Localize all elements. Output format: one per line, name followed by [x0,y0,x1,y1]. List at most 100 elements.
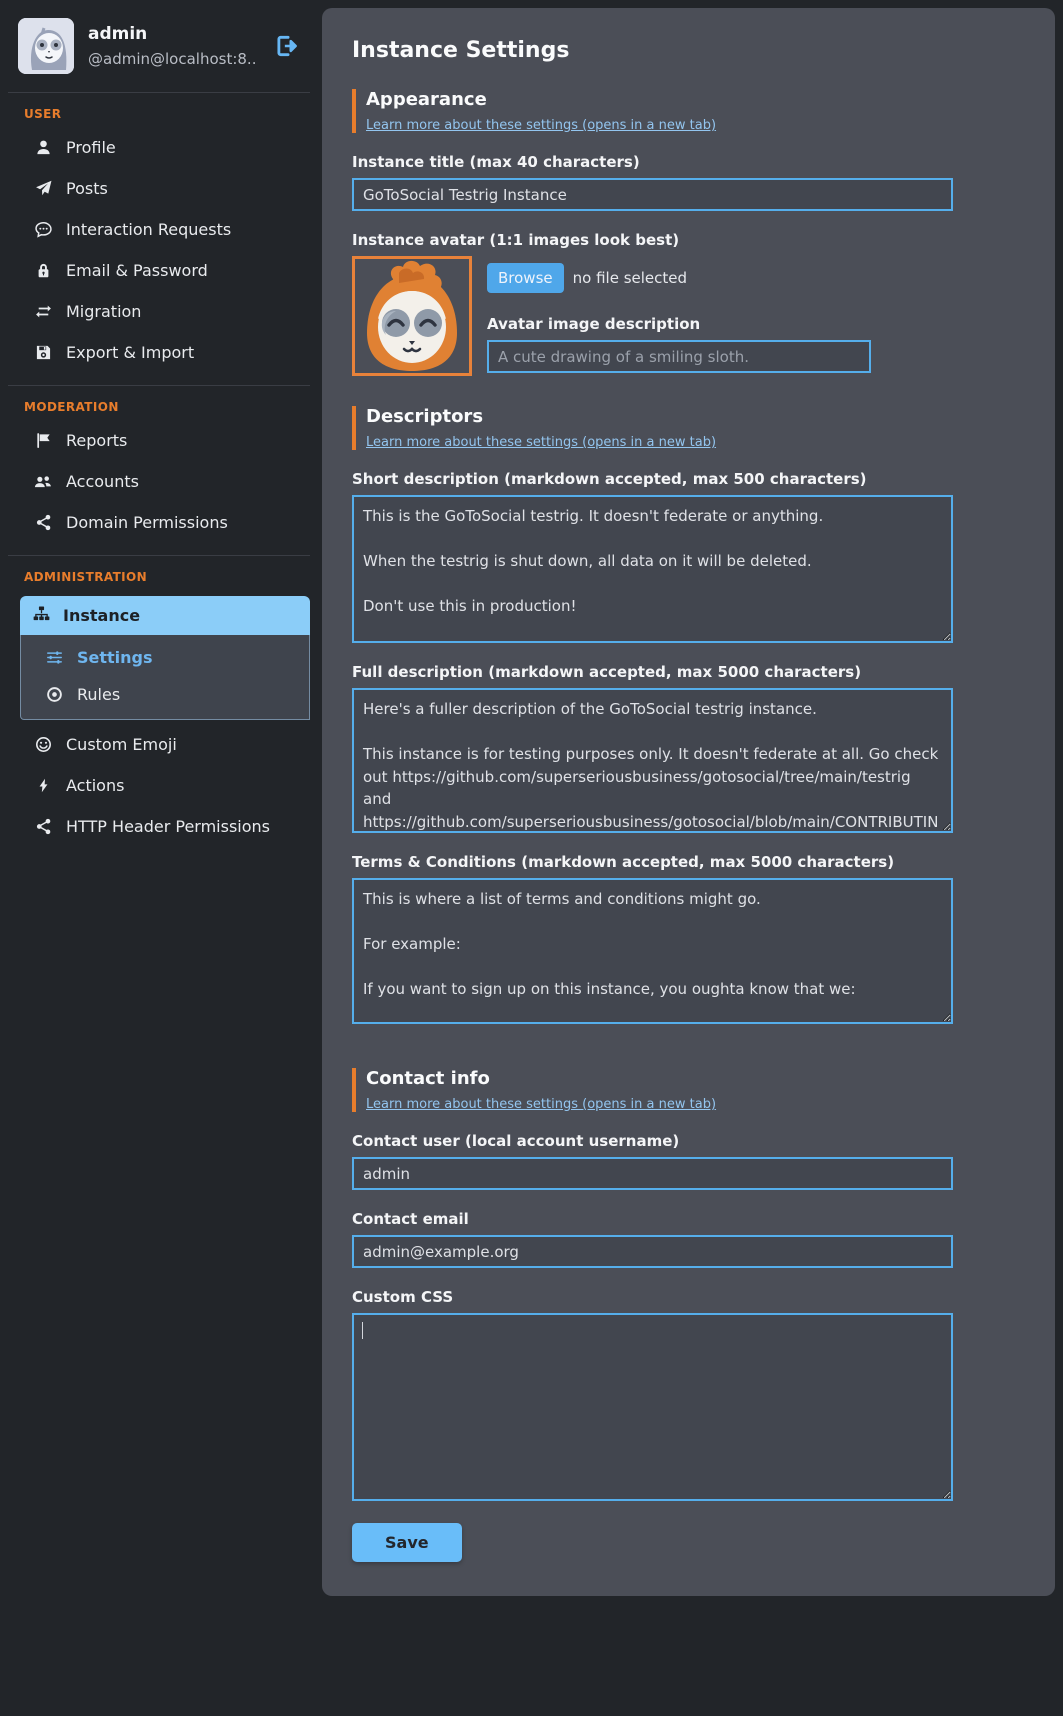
password-lock-icon [33,262,53,279]
instance-settings-form: Appearance Learn more about these settin… [352,89,953,1562]
section-label-moderation: MODERATION [8,386,310,420]
section-contact: Contact info Learn more about these sett… [352,1068,953,1112]
instance-title-input[interactable] [352,178,953,211]
circle-dot-icon [44,686,64,703]
custom-css-textarea[interactable] [352,1313,953,1501]
contact-email-label: Contact email [352,1210,953,1228]
share-nodes-icon [33,818,53,835]
user-avatar [18,18,74,74]
section-title-contact: Contact info [366,1068,953,1089]
comment-dots-icon [33,221,53,238]
sidebar-item-profile[interactable]: Profile [8,127,310,168]
sloth-avatar-orange-icon [352,256,472,376]
main-panel: Instance Settings Appearance Learn more … [322,8,1055,1596]
instance-group: Instance Settings Rules [20,596,310,720]
sidebar-section-moderation: MODERATION Reports Accounts Domain Permi… [8,385,310,543]
section-title-appearance: Appearance [366,89,953,110]
instance-title-label: Instance title (max 40 characters) [352,153,953,171]
sidebar-item-accounts[interactable]: Accounts [8,461,310,502]
flag-icon [33,432,53,449]
learn-more-link-contact[interactable]: Learn more about these settings (opens i… [366,1097,716,1112]
sidebar-section-administration: ADMINISTRATION Instance Settings [8,555,310,847]
sidebar-item-reports[interactable]: Reports [8,420,310,461]
short-description-textarea[interactable] [352,495,953,643]
sidebar-item-actions[interactable]: Actions [8,765,310,806]
exchange-arrows-icon [33,303,53,320]
sidebar-item-label: HTTP Header Permissions [66,817,270,836]
custom-css-label: Custom CSS [352,1288,953,1306]
sidebar-item-export-import[interactable]: Export & Import [8,332,310,373]
browse-button[interactable]: Browse [487,263,564,293]
section-appearance: Appearance Learn more about these settin… [352,89,953,133]
file-status-text: no file selected [573,269,687,287]
sidebar-item-email-password[interactable]: Email & Password [8,250,310,291]
instance-avatar-row: Browse no file selected Avatar image des… [352,256,953,376]
sidebar-item-posts[interactable]: Posts [8,168,310,209]
sidebar-item-label: Email & Password [66,261,208,280]
sidebar-item-label: Reports [66,431,127,450]
sidebar-item-label: Custom Emoji [66,735,177,754]
sidebar-item-instance[interactable]: Instance [20,596,310,635]
bolt-icon [33,778,53,793]
avatar-description-label: Avatar image description [487,315,953,333]
section-title-descriptors: Descriptors [366,406,953,427]
sidebar-item-label: Export & Import [66,343,194,362]
sidebar: admin @admin@localhost:8... USER Profile [8,8,310,847]
page-title: Instance Settings [352,38,1025,63]
instance-avatar-label: Instance avatar (1:1 images look best) [352,231,953,249]
contact-user-input[interactable] [352,1157,953,1190]
sidebar-item-label: Actions [66,776,124,795]
sidebar-item-interaction-requests[interactable]: Interaction Requests [8,209,310,250]
floppy-disk-icon [33,344,53,361]
sidebar-item-migration[interactable]: Migration [8,291,310,332]
section-label-user: USER [8,93,310,127]
terms-label: Terms & Conditions (markdown accepted, m… [352,853,953,871]
full-description-label: Full description (markdown accepted, max… [352,663,953,681]
sign-out-icon[interactable] [274,33,300,59]
sitemap-icon [33,605,50,626]
contact-email-input[interactable] [352,1235,953,1268]
user-handle: @admin@localhost:8... [88,50,256,68]
user-display-name: admin [88,24,256,44]
user-icon [33,139,53,156]
sidebar-item-label: Profile [66,138,116,157]
instance-submenu: Settings Rules [20,635,310,720]
custom-css-wrap [352,1313,953,1501]
sliders-icon [44,649,64,666]
terms-textarea[interactable] [352,878,953,1024]
smiley-icon [33,736,53,753]
file-input-row: Browse no file selected [487,263,953,293]
learn-more-link-appearance[interactable]: Learn more about these settings (opens i… [366,118,716,133]
text-caret [362,1322,363,1339]
sidebar-item-instance-settings[interactable]: Settings [21,639,309,676]
sidebar-item-label: Instance [63,606,140,625]
sidebar-item-http-header-permissions[interactable]: HTTP Header Permissions [8,806,310,847]
sidebar-item-instance-rules[interactable]: Rules [21,676,309,713]
sidebar-item-label: Interaction Requests [66,220,231,239]
section-descriptors: Descriptors Learn more about these setti… [352,406,953,450]
sidebar-item-label: Migration [66,302,141,321]
sidebar-item-label: Accounts [66,472,139,491]
learn-more-link-descriptors[interactable]: Learn more about these settings (opens i… [366,435,716,450]
section-label-administration: ADMINISTRATION [8,556,310,590]
full-description-textarea[interactable] [352,688,953,833]
user-meta: admin @admin@localhost:8... [88,24,256,68]
avatar-description-input[interactable] [487,340,871,373]
sidebar-item-label: Posts [66,179,108,198]
paper-plane-icon [33,180,53,197]
sidebar-item-domain-permissions[interactable]: Domain Permissions [8,502,310,543]
sloth-avatar-gray-icon [18,18,74,74]
contact-user-label: Contact user (local account username) [352,1132,953,1150]
users-icon [33,473,53,491]
sidebar-item-label: Rules [77,685,120,704]
app-layout: admin @admin@localhost:8... USER Profile [0,0,1063,1716]
sidebar-item-label: Settings [77,648,153,667]
sidebar-item-label: Domain Permissions [66,513,228,532]
save-button[interactable]: Save [352,1523,462,1562]
short-description-label: Short description (markdown accepted, ma… [352,470,953,488]
user-card[interactable]: admin @admin@localhost:8... [8,8,310,93]
sidebar-section-user: USER Profile Posts Interaction Requests [8,93,310,373]
avatar-upload-column: Browse no file selected Avatar image des… [487,256,953,373]
share-nodes-icon [33,514,53,531]
sidebar-item-custom-emoji[interactable]: Custom Emoji [8,724,310,765]
